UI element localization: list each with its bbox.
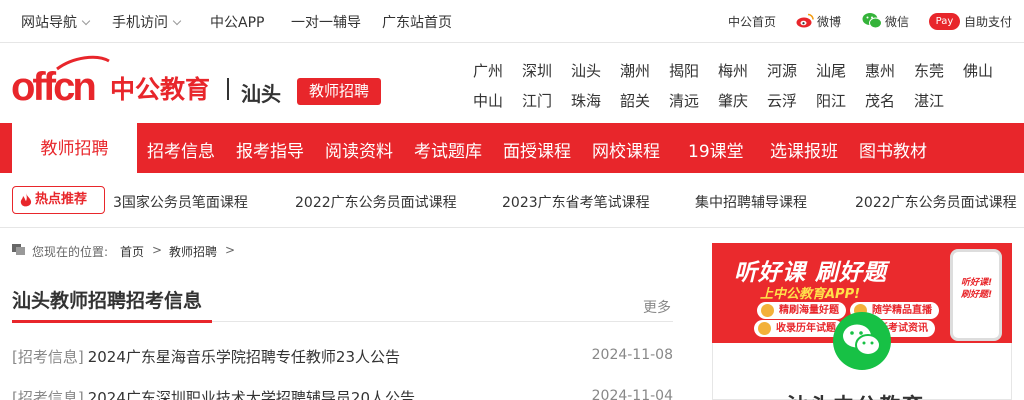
nav-item[interactable]: 考试题库: [414, 137, 482, 162]
weibo-icon[interactable]: [796, 13, 814, 28]
logo-wordmark: offcn: [11, 65, 94, 105]
mobile-access-label: 手机访问: [112, 15, 168, 31]
hot-recommend-badge: 热点推荐: [12, 186, 105, 214]
city-link[interactable]: 东莞: [914, 60, 944, 81]
nav-item[interactable]: 网校课程: [592, 137, 660, 162]
mobile-access-menu[interactable]: 手机访问: [112, 12, 182, 32]
city-link[interactable]: 清远: [669, 90, 699, 111]
main-nav: 教师招聘 招考信息 报考指导 阅读资料 考试题库 面授课程 网校课程 19课堂 …: [0, 123, 1024, 174]
breadcrumb-home[interactable]: 首页: [120, 243, 144, 260]
news-title[interactable]: 2024广东深圳职业技术大学招聘辅导员20人公告: [88, 389, 415, 400]
offcn-logo[interactable]: offcn 中公教育: [11, 55, 211, 105]
news-item[interactable]: [招考信息] 2024广东深圳职业技术大学招聘辅导员20人公告 2024-11-0…: [12, 387, 673, 400]
section-title-underline: [12, 320, 212, 323]
wechat-float-button[interactable]: [833, 312, 891, 370]
nav-item[interactable]: 面授课程: [503, 137, 571, 162]
city-link[interactable]: 汕尾: [816, 60, 846, 81]
hot-item[interactable]: 3国家公务员笔面课程: [113, 192, 248, 212]
city-link[interactable]: 湛江: [914, 90, 944, 111]
city-link[interactable]: 韶关: [620, 90, 650, 111]
news-item[interactable]: [招考信息] 2024广东星海音乐学院招聘专任教师23人公告 2024-11-08: [12, 346, 673, 370]
medal-icon: [758, 322, 771, 335]
news-title[interactable]: 2024广东星海音乐学院招聘专任教师23人公告: [88, 348, 400, 366]
banner-pill: 收录历年试题: [754, 320, 843, 337]
section-title: 汕头教师招聘招考信息: [12, 290, 203, 312]
city-link[interactable]: 阳江: [816, 90, 846, 111]
city-link[interactable]: 佛山: [963, 60, 993, 81]
city-link[interactable]: 潮州: [620, 60, 650, 81]
logo-divider: [227, 78, 229, 100]
hot-item[interactable]: 集中招聘辅导课程: [695, 192, 807, 212]
city-link[interactable]: 深圳: [522, 60, 552, 81]
city-link[interactable]: 揭阳: [669, 60, 699, 81]
breadcrumb-prefix: 您现在的位置:: [32, 245, 109, 259]
phone-text: 听好课! 刷好题!: [961, 278, 993, 300]
city-link[interactable]: 河源: [767, 60, 797, 81]
weibo-link[interactable]: 微博: [817, 13, 841, 30]
city-link[interactable]: 云浮: [767, 90, 797, 111]
hot-item[interactable]: 2022广东公务员面试课程: [855, 192, 1017, 212]
guangdong-home-link[interactable]: 广东站首页: [382, 12, 452, 32]
medal-icon: [761, 304, 774, 317]
news-category: [招考信息]: [12, 348, 84, 366]
nav-item[interactable]: 报考指导: [236, 137, 304, 162]
self-pay-link[interactable]: 自助支付: [964, 13, 1012, 30]
flame-icon: [20, 193, 32, 207]
news-category: [招考信息]: [12, 389, 84, 400]
city-link[interactable]: 肇庆: [718, 90, 748, 111]
top-bar: 网站导航 手机访问 中公APP 一对一辅导 广东站首页 中公首页 微博 微信 P…: [0, 0, 1024, 43]
hot-recommend-label: 热点推荐: [35, 192, 88, 207]
banner-headline: 听好课 刷好题: [734, 260, 888, 286]
banner-pill: 精刷海量好题: [757, 302, 846, 319]
nav-item[interactable]: 19课堂: [688, 137, 744, 162]
nav-item[interactable]: 选课报班: [770, 137, 838, 162]
current-city: 汕头: [241, 82, 281, 106]
teacher-recruitment-badge[interactable]: 教师招聘: [297, 78, 381, 105]
logo-brand: 中公教育: [110, 75, 210, 104]
city-link[interactable]: 中山: [473, 90, 503, 111]
site-nav-menu[interactable]: 网站导航: [21, 12, 91, 32]
city-link[interactable]: 汕头: [571, 60, 601, 81]
offcn-home-link[interactable]: 中公首页: [728, 13, 776, 30]
hot-item[interactable]: 2023广东省考笔试课程: [502, 192, 650, 212]
chevron-down-icon: [81, 16, 91, 26]
nav-item[interactable]: 阅读资料: [325, 137, 393, 162]
news-date: 2024-11-04: [591, 388, 673, 400]
chevron-down-icon: [172, 16, 182, 26]
city-link[interactable]: 惠州: [865, 60, 895, 81]
city-link[interactable]: 茂名: [865, 90, 895, 111]
wechat-link[interactable]: 微信: [885, 13, 909, 30]
wechat-icon[interactable]: [862, 12, 882, 29]
city-link[interactable]: 梅州: [718, 60, 748, 81]
one-on-one-link[interactable]: 一对一辅导: [291, 12, 361, 32]
offcn-app-link[interactable]: 中公APP: [210, 12, 264, 32]
city-link[interactable]: 广州: [473, 60, 503, 81]
breadcrumb-separator: >: [225, 243, 236, 257]
more-link[interactable]: 更多: [643, 297, 671, 317]
pay-icon: Pay: [929, 13, 960, 30]
banner-subheadline: 上中公教育APP!: [760, 287, 861, 302]
phone-illustration: 听好课! 刷好题!: [950, 249, 1002, 341]
hot-item[interactable]: 2022广东公务员面试课程: [295, 192, 457, 212]
hot-recommend-bar: 热点推荐 3国家公务员笔面课程 2022广东公务员面试课程 2023广东省考笔试…: [0, 174, 1024, 228]
nav-teacher-recruitment[interactable]: 教师招聘: [12, 123, 137, 174]
breadcrumb-teacher[interactable]: 教师招聘: [169, 243, 217, 260]
breadcrumb-separator: >: [152, 243, 163, 257]
city-link[interactable]: 珠海: [571, 90, 601, 111]
site-nav-label: 网站导航: [21, 15, 77, 31]
wechat-icon: [843, 324, 881, 356]
nav-item[interactable]: 图书教材: [859, 137, 927, 162]
news-date: 2024-11-08: [591, 347, 673, 363]
location-icon: [12, 244, 25, 255]
offcn-shantou-heading: 汕头中公教育: [787, 390, 925, 400]
city-link[interactable]: 江门: [522, 90, 552, 111]
nav-item[interactable]: 招考信息: [147, 137, 215, 162]
